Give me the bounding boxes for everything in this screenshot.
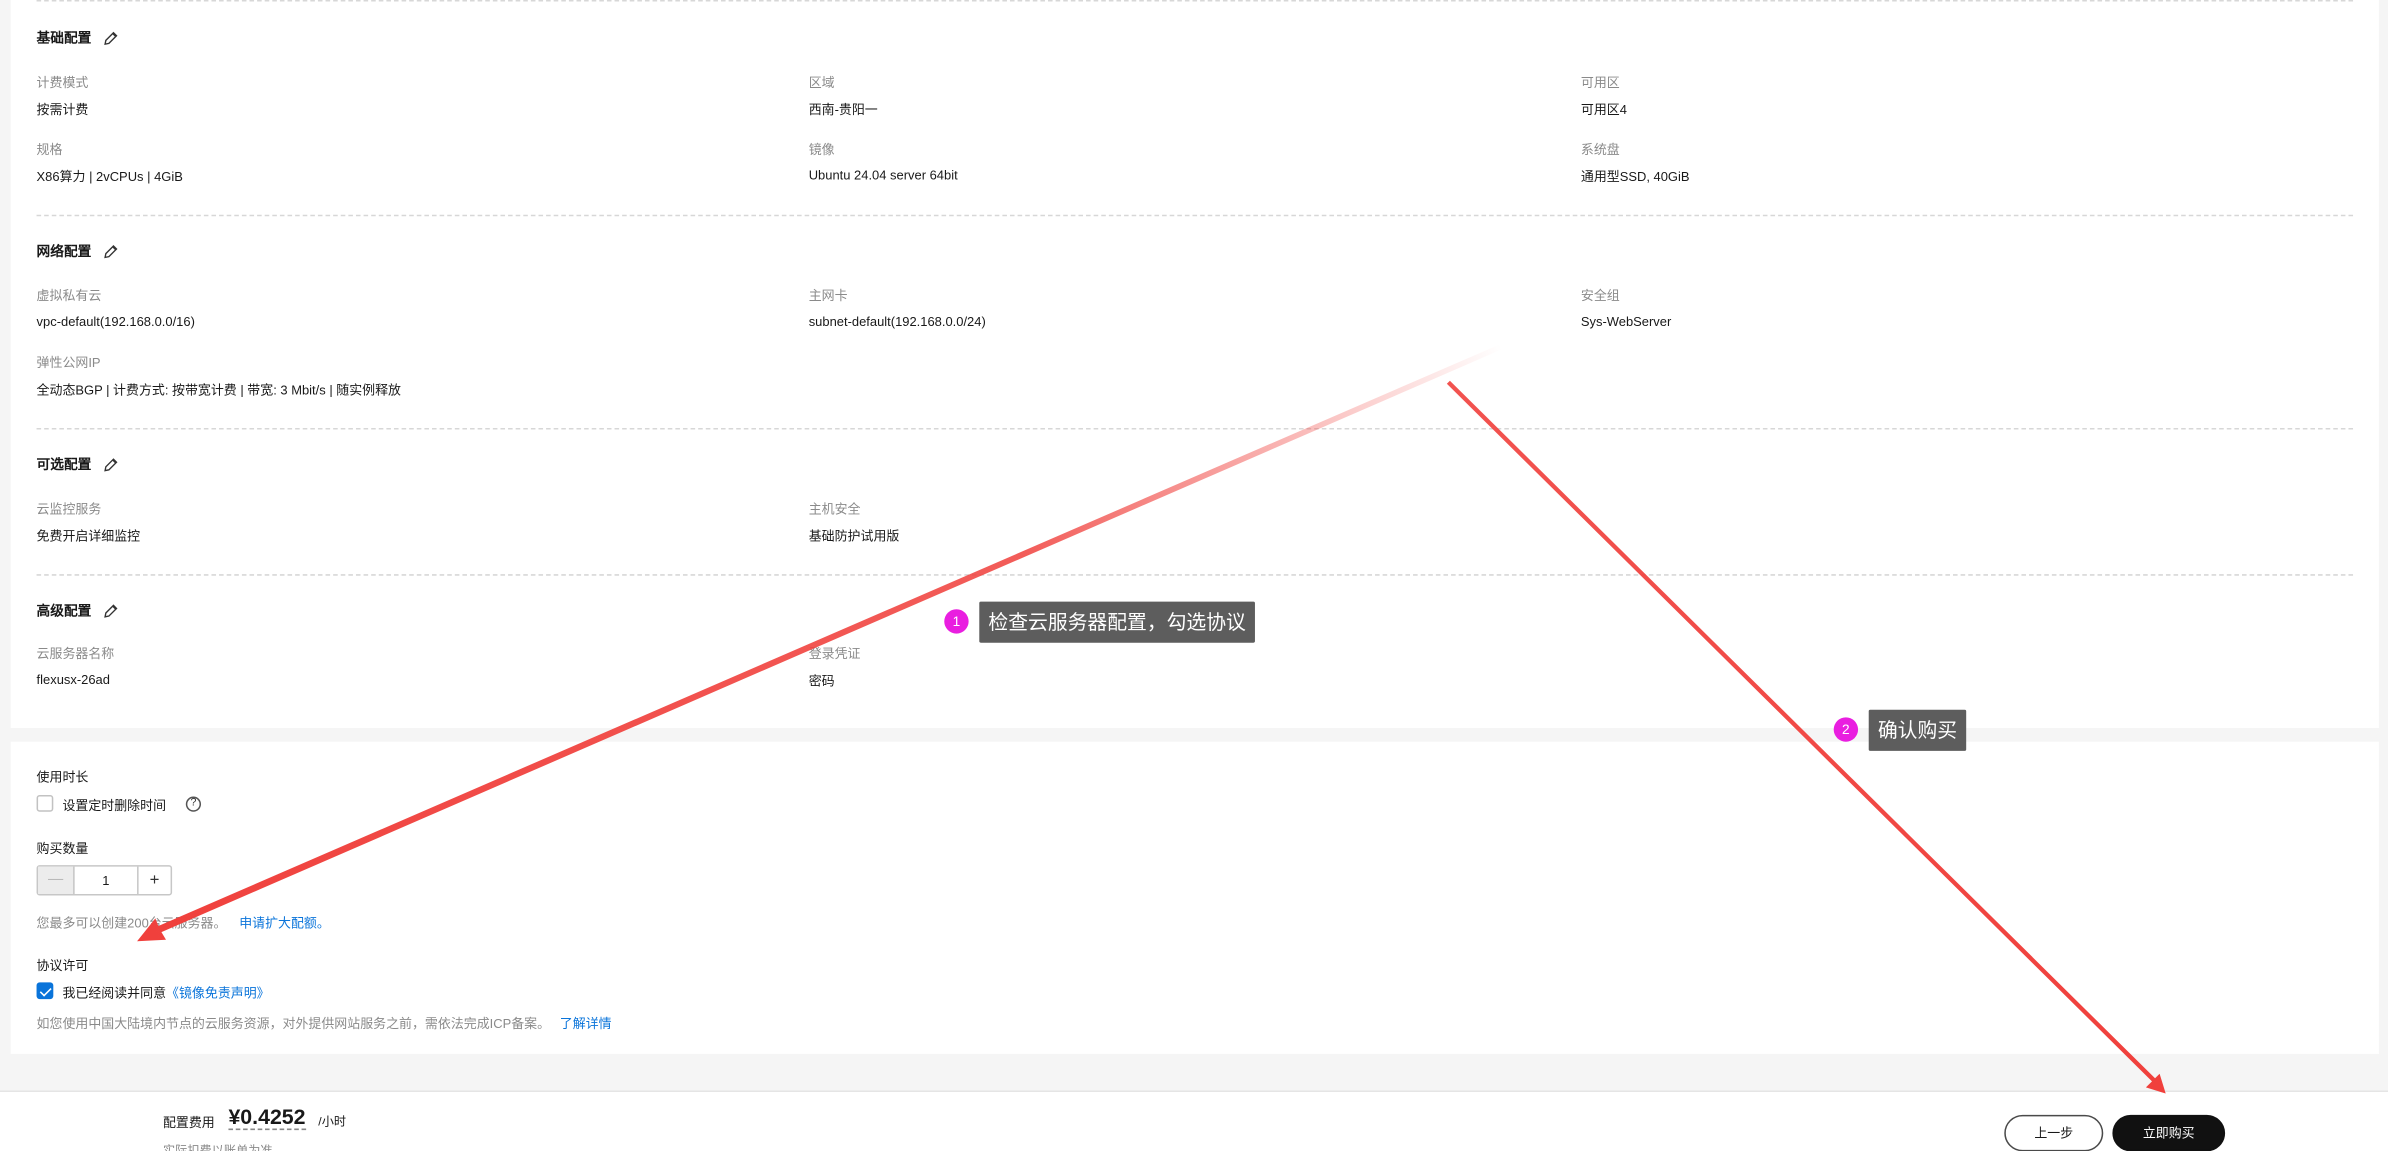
- price-value[interactable]: ¥0.4252: [228, 1104, 306, 1131]
- footer-bar: 配置费用 ¥0.4252 /小时 实际扣费以账单为准 上一步 立即购买: [0, 1090, 2388, 1151]
- annotation-badge-1: 1: [944, 609, 969, 634]
- quantity-stepper[interactable]: — 1 +: [36, 865, 173, 896]
- scheduled-delete-checkbox[interactable]: [36, 795, 54, 812]
- server-name-value: flexusx-26ad: [36, 671, 110, 687]
- agreement-label: 我已经阅读并同意《镜像免责声明》: [62, 984, 269, 1002]
- quantity-title: 购买数量: [36, 840, 89, 856]
- basic-config-title: 基础配置: [37, 27, 119, 47]
- nic-value: subnet-default(192.168.0.0/24): [808, 313, 986, 329]
- server-name-label: 云服务器名称: [36, 645, 115, 661]
- image-label: 镜像: [808, 141, 835, 157]
- security-group-value: Sys-WebServer: [1580, 313, 1672, 329]
- scheduled-delete-label: 设置定时删除时间: [62, 798, 167, 814]
- host-security-label: 主机安全: [808, 501, 861, 517]
- section-title-text: 基础配置: [36, 30, 92, 46]
- login-credential-label: 登录凭证: [808, 645, 861, 661]
- divider: [36, 574, 2354, 576]
- price-label: 配置费用: [162, 1114, 215, 1131]
- icp-note: 如您使用中国大陆境内节点的云服务资源，对外提供网站服务之前，需依法完成ICP备案…: [37, 1014, 612, 1032]
- vpc-label: 虚拟私有云: [36, 287, 102, 304]
- eip-label: 弹性公网IP: [36, 354, 101, 371]
- billing-mode-value: 按需计费: [36, 102, 89, 118]
- section-title-text: 网络配置: [36, 243, 92, 259]
- network-config-title: 网络配置: [37, 241, 119, 261]
- edit-icon[interactable]: [104, 456, 119, 471]
- quantity-input[interactable]: 1: [75, 867, 137, 894]
- flavor-value: X86算力 | 2vCPUs | 4GiB: [36, 169, 183, 185]
- security-group-label: 安全组: [1580, 287, 1620, 304]
- decrement-button[interactable]: —: [38, 866, 75, 895]
- agreement-title: 协议许可: [36, 957, 89, 974]
- billing-mode-label: 计费模式: [36, 74, 89, 90]
- divider: [36, 0, 2354, 2]
- optional-config-title: 可选配置: [37, 454, 119, 474]
- price-unit: /小时: [318, 1114, 347, 1129]
- agreement-label-text: 我已经阅读并同意: [62, 985, 167, 1001]
- help-icon[interactable]: ?: [185, 796, 202, 812]
- system-disk-label: 系统盘: [1580, 141, 1620, 157]
- az-value: 可用区4: [1580, 102, 1627, 118]
- buy-now-button[interactable]: 立即购买: [2112, 1114, 2226, 1151]
- section-title-text: 高级配置: [36, 603, 92, 619]
- monitor-label: 云监控服务: [36, 501, 102, 517]
- system-disk-value: 通用型SSD, 40GiB: [1580, 169, 1690, 185]
- increase-quota-link[interactable]: 申请扩大配额。: [239, 915, 330, 930]
- nic-label: 主网卡: [808, 287, 848, 304]
- region-value: 西南-贵阳一: [808, 102, 878, 118]
- previous-step-button[interactable]: 上一步: [2004, 1114, 2104, 1151]
- edit-icon[interactable]: [104, 30, 119, 45]
- section-title-text: 可选配置: [36, 456, 92, 473]
- image-value: Ubuntu 24.04 server 64bit: [808, 167, 958, 183]
- annotation-tooltip-2: 确认购买: [1868, 709, 1967, 751]
- image-disclaimer-link[interactable]: 《镜像免责声明》: [166, 985, 270, 1000]
- increment-button[interactable]: +: [137, 866, 171, 895]
- agreement-checkbox[interactable]: [36, 982, 54, 1000]
- advanced-config-title: 高级配置: [37, 600, 119, 620]
- host-security-value: 基础防护试用版: [808, 528, 900, 544]
- quota-note-text: 您最多可以创建200台云服务器。: [36, 915, 227, 931]
- learn-more-link[interactable]: 了解详情: [560, 1016, 612, 1031]
- edit-icon[interactable]: [104, 602, 119, 617]
- annotation-badge-2: 2: [1833, 717, 1859, 742]
- divider: [36, 427, 2354, 430]
- region-label: 区域: [808, 74, 835, 90]
- flavor-label: 规格: [36, 141, 63, 157]
- divider: [36, 214, 2354, 217]
- edit-icon[interactable]: [104, 243, 119, 258]
- vpc-value: vpc-default(192.168.0.0/16): [36, 313, 195, 329]
- duration-title: 使用时长: [36, 769, 89, 785]
- login-credential-value: 密码: [808, 673, 835, 689]
- quota-note: 您最多可以创建200台云服务器。 申请扩大配额。: [37, 914, 330, 932]
- eip-value: 全动态BGP | 计费方式: 按带宽计费 | 带宽: 3 Mbit/s | 随实…: [36, 382, 402, 398]
- annotation-tooltip-1: 检查云服务器配置，勾选协议: [979, 601, 1255, 643]
- price-note: 实际扣费以账单为准: [162, 1143, 273, 1151]
- az-label: 可用区: [1580, 74, 1620, 90]
- purchase-options-card: [10, 741, 2379, 1054]
- monitor-value: 免费开启详细监控: [36, 528, 141, 544]
- icp-note-text: 如您使用中国大陆境内节点的云服务资源，对外提供网站服务之前，需依法完成ICP备案…: [36, 1015, 551, 1032]
